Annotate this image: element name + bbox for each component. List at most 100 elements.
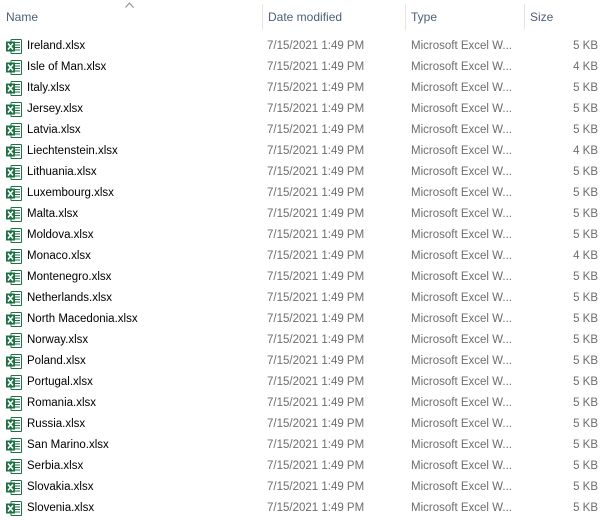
file-type: Microsoft Excel W... (411, 61, 512, 73)
file-size: 5 KB (573, 418, 598, 430)
file-row[interactable]: Montenegro.xlsx 7/15/2021 1:49 PM Micros… (0, 267, 606, 288)
file-row[interactable]: Liechtenstein.xlsx 7/15/2021 1:49 PM Mic… (0, 141, 606, 162)
file-row[interactable]: Moldova.xlsx 7/15/2021 1:49 PM Microsoft… (0, 225, 606, 246)
file-name: Montenegro.xlsx (27, 271, 112, 283)
file-name: Latvia.xlsx (27, 124, 81, 136)
file-date-modified: 7/15/2021 1:49 PM (267, 481, 365, 493)
file-type: Microsoft Excel W... (411, 145, 512, 157)
file-name: Norway.xlsx (27, 334, 89, 346)
file-date-modified: 7/15/2021 1:49 PM (267, 61, 365, 73)
file-size: 5 KB (573, 271, 598, 283)
excel-file-icon (6, 228, 22, 243)
file-name: Portugal.xlsx (27, 376, 93, 388)
excel-file-icon (6, 438, 22, 453)
file-row[interactable]: Lithuania.xlsx 7/15/2021 1:49 PM Microso… (0, 162, 606, 183)
column-header-date-modified[interactable]: Date modified (262, 0, 405, 34)
file-size: 5 KB (573, 481, 598, 493)
file-type: Microsoft Excel W... (411, 397, 512, 409)
column-header-size-label: Size (530, 10, 554, 24)
excel-file-icon (6, 165, 22, 180)
file-type: Microsoft Excel W... (411, 355, 512, 367)
file-size: 5 KB (573, 355, 598, 367)
file-type: Microsoft Excel W... (411, 334, 512, 346)
file-size: 5 KB (573, 334, 598, 346)
file-size: 5 KB (573, 103, 598, 115)
excel-file-icon (6, 333, 22, 348)
file-name: Lithuania.xlsx (27, 166, 97, 178)
file-name: Slovakia.xlsx (27, 481, 94, 493)
excel-file-icon (6, 39, 22, 54)
file-name: Russia.xlsx (27, 418, 86, 430)
file-name: San Marino.xlsx (27, 439, 109, 451)
file-type: Microsoft Excel W... (411, 502, 512, 514)
file-row[interactable]: Serbia.xlsx 7/15/2021 1:49 PM Microsoft … (0, 456, 606, 477)
file-type: Microsoft Excel W... (411, 481, 512, 493)
file-size: 5 KB (573, 82, 598, 94)
file-type: Microsoft Excel W... (411, 271, 512, 283)
file-type: Microsoft Excel W... (411, 229, 512, 241)
file-list: Ireland.xlsx 7/15/2021 1:49 PM Microsoft… (0, 36, 606, 519)
file-type: Microsoft Excel W... (411, 439, 512, 451)
file-name: Italy.xlsx (27, 82, 71, 94)
file-row[interactable]: Jersey.xlsx 7/15/2021 1:49 PM Microsoft … (0, 99, 606, 120)
file-name: Slovenia.xlsx (27, 502, 95, 514)
excel-file-icon (6, 375, 22, 390)
file-row[interactable]: Romania.xlsx 7/15/2021 1:49 PM Microsoft… (0, 393, 606, 414)
file-row[interactable]: Slovenia.xlsx 7/15/2021 1:49 PM Microsof… (0, 498, 606, 519)
file-date-modified: 7/15/2021 1:49 PM (267, 376, 365, 388)
file-size: 5 KB (573, 187, 598, 199)
file-date-modified: 7/15/2021 1:49 PM (267, 82, 365, 94)
file-name: Liechtenstein.xlsx (27, 145, 118, 157)
file-row[interactable]: Ireland.xlsx 7/15/2021 1:49 PM Microsoft… (0, 36, 606, 57)
file-row[interactable]: San Marino.xlsx 7/15/2021 1:49 PM Micros… (0, 435, 606, 456)
file-name: North Macedonia.xlsx (27, 313, 138, 325)
file-date-modified: 7/15/2021 1:49 PM (267, 460, 365, 472)
file-name: Moldova.xlsx (27, 229, 94, 241)
file-size: 5 KB (573, 376, 598, 388)
file-row[interactable]: North Macedonia.xlsx 7/15/2021 1:49 PM M… (0, 309, 606, 330)
file-type: Microsoft Excel W... (411, 124, 512, 136)
file-size: 4 KB (573, 145, 598, 157)
file-date-modified: 7/15/2021 1:49 PM (267, 355, 365, 367)
file-row[interactable]: Slovakia.xlsx 7/15/2021 1:49 PM Microsof… (0, 477, 606, 498)
file-row[interactable]: Italy.xlsx 7/15/2021 1:49 PM Microsoft E… (0, 78, 606, 99)
file-name: Luxembourg.xlsx (27, 187, 114, 199)
file-row[interactable]: Monaco.xlsx 7/15/2021 1:49 PM Microsoft … (0, 246, 606, 267)
excel-file-icon (6, 60, 22, 75)
file-size: 5 KB (573, 40, 598, 52)
excel-file-icon (6, 291, 22, 306)
excel-file-icon (6, 501, 22, 516)
file-date-modified: 7/15/2021 1:49 PM (267, 166, 365, 178)
excel-file-icon (6, 81, 22, 96)
file-row[interactable]: Portugal.xlsx 7/15/2021 1:49 PM Microsof… (0, 372, 606, 393)
file-size: 4 KB (573, 250, 598, 262)
file-size: 5 KB (573, 313, 598, 325)
file-size: 4 KB (573, 61, 598, 73)
file-size: 5 KB (573, 460, 598, 472)
excel-file-icon (6, 459, 22, 474)
excel-file-icon (6, 312, 22, 327)
column-header-type-label: Type (411, 10, 438, 24)
file-date-modified: 7/15/2021 1:49 PM (267, 292, 365, 304)
file-date-modified: 7/15/2021 1:49 PM (267, 40, 365, 52)
file-row[interactable]: Malta.xlsx 7/15/2021 1:49 PM Microsoft E… (0, 204, 606, 225)
file-row[interactable]: Norway.xlsx 7/15/2021 1:49 PM Microsoft … (0, 330, 606, 351)
excel-file-icon (6, 186, 22, 201)
file-date-modified: 7/15/2021 1:49 PM (267, 103, 365, 115)
file-row[interactable]: Latvia.xlsx 7/15/2021 1:49 PM Microsoft … (0, 120, 606, 141)
column-header-type[interactable]: Type (405, 0, 524, 34)
file-row[interactable]: Russia.xlsx 7/15/2021 1:49 PM Microsoft … (0, 414, 606, 435)
file-row[interactable]: Luxembourg.xlsx 7/15/2021 1:49 PM Micros… (0, 183, 606, 204)
file-row[interactable]: Isle of Man.xlsx 7/15/2021 1:49 PM Micro… (0, 57, 606, 78)
file-size: 5 KB (573, 166, 598, 178)
file-date-modified: 7/15/2021 1:49 PM (267, 502, 365, 514)
file-row[interactable]: Poland.xlsx 7/15/2021 1:49 PM Microsoft … (0, 351, 606, 372)
excel-file-icon (6, 207, 22, 222)
column-header-size[interactable]: Size (524, 0, 606, 34)
column-header-date-label: Date modified (268, 10, 343, 24)
sort-ascending-icon (125, 2, 134, 8)
file-name: Monaco.xlsx (27, 250, 91, 262)
file-size: 5 KB (573, 397, 598, 409)
file-row[interactable]: Netherlands.xlsx 7/15/2021 1:49 PM Micro… (0, 288, 606, 309)
excel-file-icon (6, 396, 22, 411)
